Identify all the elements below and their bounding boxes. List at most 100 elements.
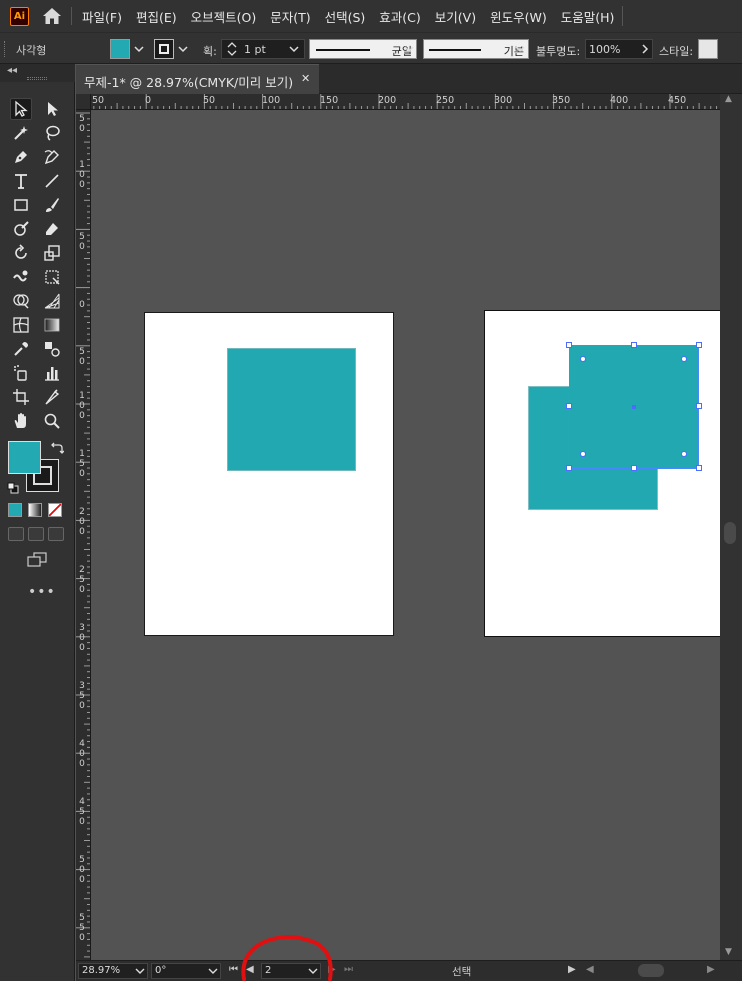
menu-view[interactable]: 보기(V) [435,7,476,26]
opacity-field[interactable]: 100% [585,39,653,59]
selection-handle-bottom-right[interactable] [696,465,702,471]
teal-rectangle[interactable] [227,348,356,471]
close-icon[interactable]: ✕ [301,72,310,85]
menu-edit[interactable]: 편집(E) [136,7,177,26]
stepper-icon[interactable] [226,41,238,57]
horizontal-scroll-thumb[interactable] [638,964,664,977]
curvature-tool[interactable] [41,146,63,168]
draw-normal-icon[interactable] [8,527,24,541]
menu-file[interactable]: 파일(F) [82,7,122,26]
selection-handle-bottom-left[interactable] [566,465,572,471]
magic-wand-tool[interactable] [10,122,32,144]
column-graph-tool[interactable] [41,362,63,384]
horizontal-ruler[interactable]: 50 0 50 100 150 200 250 300 350 400 450 [91,94,720,110]
selection-handle-top-right[interactable] [696,342,702,348]
free-transform-tool[interactable] [41,266,63,288]
corner-radius-widget[interactable] [681,356,687,362]
control-bar-grip[interactable] [4,41,6,57]
panel-grip[interactable] [27,77,47,80]
collapse-icon[interactable]: ◂◂ [7,65,17,76]
stroke-weight-field[interactable]: 1 pt [221,39,305,59]
mesh-tool[interactable] [10,314,32,336]
gradient-mode-icon[interactable] [28,503,42,517]
perspective-grid-tool[interactable] [41,290,63,312]
warp-tool[interactable] [10,266,32,288]
pen-tool[interactable] [10,146,32,168]
direct-selection-tool[interactable] [41,98,63,120]
hand-tool[interactable] [10,410,32,432]
profile-dropdown-icon[interactable] [402,41,416,57]
menu-object[interactable]: 오브젝트(O) [191,7,257,26]
chevron-down-icon[interactable] [308,967,318,975]
stroke-dropdown-icon[interactable] [176,41,190,57]
scroll-right-icon[interactable]: ▶ [707,964,715,975]
gradient-tool[interactable] [41,314,63,336]
menu-type[interactable]: 문자(T) [270,7,310,26]
type-tool[interactable] [10,170,32,192]
none-icon[interactable] [48,503,62,517]
slice-tool[interactable] [41,386,63,408]
chevron-down-icon[interactable] [288,42,300,56]
home-icon[interactable] [41,5,63,27]
graphic-style-swatch[interactable] [698,39,718,59]
fill-color-swatch[interactable] [110,39,130,59]
menu-help[interactable]: 도움말(H) [561,7,615,26]
more-tools-icon[interactable]: ••• [28,584,56,600]
first-artboard-icon[interactable]: ⏮ [229,964,238,975]
corner-radius-widget[interactable] [580,356,586,362]
eraser-tool[interactable] [41,218,63,240]
vertical-scrollbar[interactable]: ▲ ▼ [720,94,742,960]
draw-inside-icon[interactable] [48,527,64,541]
menu-effect[interactable]: 효과(C) [379,7,420,26]
menu-select[interactable]: 선택(S) [325,7,366,26]
scale-tool[interactable] [41,242,63,264]
selection-handle-bottom[interactable] [631,465,637,471]
last-artboard-icon[interactable]: ⏭ [344,964,353,975]
scroll-left-icon[interactable]: ◀ [586,964,594,975]
chevron-down-icon[interactable] [135,967,145,975]
selection-handle-top[interactable] [631,342,637,348]
artboard-tool[interactable] [10,386,32,408]
line-segment-tool[interactable] [41,170,63,192]
artboard-navigation-field[interactable]: 2 [261,963,321,979]
shaper-tool[interactable] [10,218,32,240]
chevron-down-icon[interactable] [208,967,218,975]
paintbrush-tool[interactable] [41,194,63,216]
draw-behind-icon[interactable] [28,527,44,541]
selection-tool[interactable] [10,98,32,120]
vertical-ruler[interactable]: 50 100 50 0 50 100 150 200 250 300 350 4… [76,110,91,960]
fill-color-box[interactable] [8,441,41,474]
corner-radius-widget[interactable] [681,451,687,457]
menu-window[interactable]: 윈도우(W) [490,7,547,26]
variable-width-profile[interactable]: 균일 [309,39,417,59]
rectangle-tool[interactable] [10,194,32,216]
chevron-right-icon[interactable] [639,42,651,56]
rotate-view-field[interactable]: 0° [151,963,221,979]
rotate-tool[interactable] [10,242,32,264]
ruler-origin[interactable] [76,94,91,110]
fill-dropdown-icon[interactable] [132,41,146,57]
screen-mode-icon[interactable] [26,552,48,568]
canvas[interactable] [91,110,720,960]
swap-fill-stroke-icon[interactable] [50,441,64,455]
stroke-color-swatch[interactable] [154,39,174,59]
color-icon[interactable] [8,503,22,517]
default-fill-stroke-icon[interactable] [7,482,19,494]
document-tab[interactable]: 무제-1* @ 28.97%(CMYK/미리 보기) ✕ [76,64,319,94]
eyedropper-tool[interactable] [10,338,32,360]
lasso-tool[interactable] [41,122,63,144]
scroll-up-icon[interactable]: ▲ [725,94,732,104]
corner-radius-widget[interactable] [580,451,586,457]
shape-builder-tool[interactable] [10,290,32,312]
status-menu-icon[interactable]: ▶ [568,964,576,975]
next-artboard-icon[interactable]: ▶ [328,964,336,975]
brush-dropdown-icon[interactable] [513,41,527,57]
previous-artboard-icon[interactable]: ◀ [246,964,254,975]
vertical-scroll-thumb[interactable] [724,522,736,544]
symbol-sprayer-tool[interactable] [10,362,32,384]
scroll-down-icon[interactable]: ▼ [725,947,732,957]
selection-handle-right[interactable] [696,403,702,409]
zoom-level-field[interactable]: 28.97% [78,963,148,979]
zoom-tool[interactable] [41,410,63,432]
selection-handle-top-left[interactable] [566,342,572,348]
